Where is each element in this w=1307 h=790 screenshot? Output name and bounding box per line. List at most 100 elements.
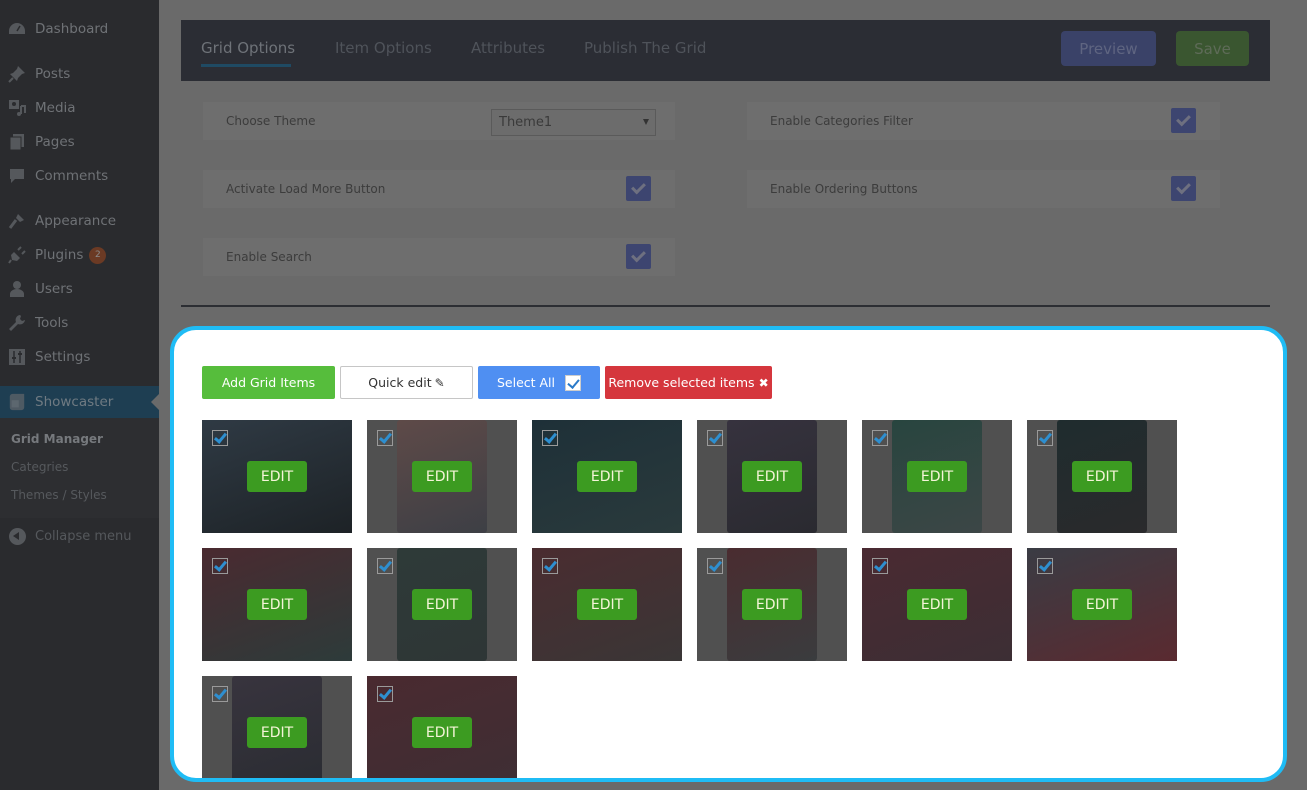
enable-search-checkbox[interactable] [626,244,651,269]
remove-selected-label: Remove selected items [608,375,755,390]
grid-item[interactable]: EDIT [862,548,1012,661]
tab-grid-options[interactable]: Grid Options [201,39,295,57]
edit-item-button[interactable]: EDIT [577,461,637,492]
sidebar-item-media[interactable]: Media [0,91,159,125]
submenu-categories[interactable]: Categries [11,460,68,474]
active-indicator [151,394,159,410]
select-all-checkbox[interactable] [565,374,582,391]
grid-item[interactable]: EDIT [202,420,352,533]
grid-item-checkbox[interactable] [377,430,393,446]
categories-filter-checkbox[interactable] [1171,108,1196,133]
edit-item-button[interactable]: EDIT [577,589,637,620]
sidebar-item-label: Appearance [35,213,117,229]
grid-item[interactable]: EDIT [532,420,682,533]
edit-item-button[interactable]: EDIT [1072,589,1132,620]
edit-item-button[interactable]: EDIT [907,461,967,492]
grid-item[interactable]: EDIT [202,676,352,778]
media-icon [8,99,26,117]
theme-select[interactable]: Theme1 [491,109,656,136]
edit-item-button[interactable]: EDIT [1072,461,1132,492]
select-all-button[interactable]: Select All [478,366,600,399]
sidebar-item-settings[interactable]: Settings [0,340,159,374]
showcaster-icon [8,393,26,411]
sidebar-item-label: Tools [35,315,69,331]
tab-attributes[interactable]: Attributes [471,39,545,57]
submenu-themes-styles[interactable]: Themes / Styles [11,488,107,502]
sidebar-item-comments[interactable]: Comments [0,159,159,193]
admin-sidebar: Dashboard Posts Media Pages Comments App… [0,0,159,790]
option-label: Choose Theme [226,114,316,128]
grid-item[interactable]: EDIT [367,420,517,533]
edit-item-button[interactable]: EDIT [412,461,472,492]
grid-item-checkbox[interactable] [872,558,888,574]
option-label: Enable Categories Filter [770,114,913,128]
add-grid-items-button[interactable]: Add Grid Items [202,366,335,399]
grid-item-checkbox[interactable] [1037,430,1053,446]
brush-icon [8,212,26,230]
sidebar-item-users[interactable]: Users [0,272,159,306]
edit-item-button[interactable]: EDIT [247,589,307,620]
grid-item[interactable]: EDIT [1027,548,1177,661]
grid-item-checkbox[interactable] [1037,558,1053,574]
sidebar-item-appearance[interactable]: Appearance [0,204,159,238]
sidebar-item-posts[interactable]: Posts [0,57,159,91]
comment-icon [8,167,26,185]
sidebar-item-dashboard[interactable]: Dashboard [0,12,159,46]
grid-item-checkbox[interactable] [707,558,723,574]
grid-item[interactable]: EDIT [697,548,847,661]
grid-item-checkbox[interactable] [212,430,228,446]
close-icon: ✖ [758,375,769,390]
edit-item-button[interactable]: EDIT [247,461,307,492]
edit-item-button[interactable]: EDIT [412,589,472,620]
grid-item-checkbox[interactable] [542,558,558,574]
grid-item[interactable]: EDIT [862,420,1012,533]
edit-item-button[interactable]: EDIT [742,589,802,620]
ordering-buttons-checkbox[interactable] [1171,176,1196,201]
submenu-grid-manager[interactable]: Grid Manager [11,432,103,446]
sidebar-item-plugins[interactable]: Plugins 2 [0,238,159,272]
grid-item[interactable]: EDIT [367,548,517,661]
grid-item-checkbox[interactable] [707,430,723,446]
showcaster-submenu: Grid Manager Categries Themes / Styles [0,418,159,518]
grid-item-checkbox[interactable] [377,558,393,574]
active-tab-underline [201,64,291,67]
grid-item[interactable]: EDIT [202,548,352,661]
remove-selected-button[interactable]: Remove selected items ✖ [605,366,772,399]
section-divider [181,305,1270,307]
user-icon [8,280,26,298]
chevron-down-icon [643,119,649,125]
grid-item[interactable]: EDIT [697,420,847,533]
option-choose-theme: Choose Theme Theme1 [203,102,675,140]
load-more-checkbox[interactable] [626,176,651,201]
grid-item-checkbox[interactable] [872,430,888,446]
sidebar-item-pages[interactable]: Pages [0,125,159,159]
grid-item-checkbox[interactable] [542,430,558,446]
tab-publish-the-grid[interactable]: Publish The Grid [584,39,706,57]
grid-item[interactable]: EDIT [367,676,517,778]
option-label: Activate Load More Button [226,182,386,196]
wrench-icon [8,314,26,332]
sidebar-item-label: Pages [35,134,75,150]
sidebar-item-showcaster[interactable]: Showcaster [0,386,159,418]
edit-item-button[interactable]: EDIT [247,717,307,748]
grid-item[interactable]: EDIT [1027,420,1177,533]
grid-item-checkbox[interactable] [212,686,228,702]
edit-item-button[interactable]: EDIT [907,589,967,620]
grid-items-panel: Add Grid Items Quick edit ✎ Select All Re… [170,326,1287,782]
sidebar-item-label: Media [35,100,76,116]
option-ordering-buttons: Enable Ordering Buttons [747,170,1220,208]
grid-item[interactable]: EDIT [532,548,682,661]
collapse-menu-button[interactable]: Collapse menu [0,518,159,554]
save-button[interactable]: Save [1176,31,1249,66]
sidebar-item-tools[interactable]: Tools [0,306,159,340]
settings-icon [8,348,26,366]
preview-button[interactable]: Preview [1061,31,1156,66]
edit-item-button[interactable]: EDIT [742,461,802,492]
grid-item-checkbox[interactable] [377,686,393,702]
tab-item-options[interactable]: Item Options [335,39,432,57]
grid-editor-header: Grid Options Item Options Attributes Pub… [181,20,1270,81]
edit-item-button[interactable]: EDIT [412,717,472,748]
grid-item-checkbox[interactable] [212,558,228,574]
add-grid-items-label: Add Grid Items [221,375,316,390]
quick-edit-button[interactable]: Quick edit ✎ [340,366,473,399]
